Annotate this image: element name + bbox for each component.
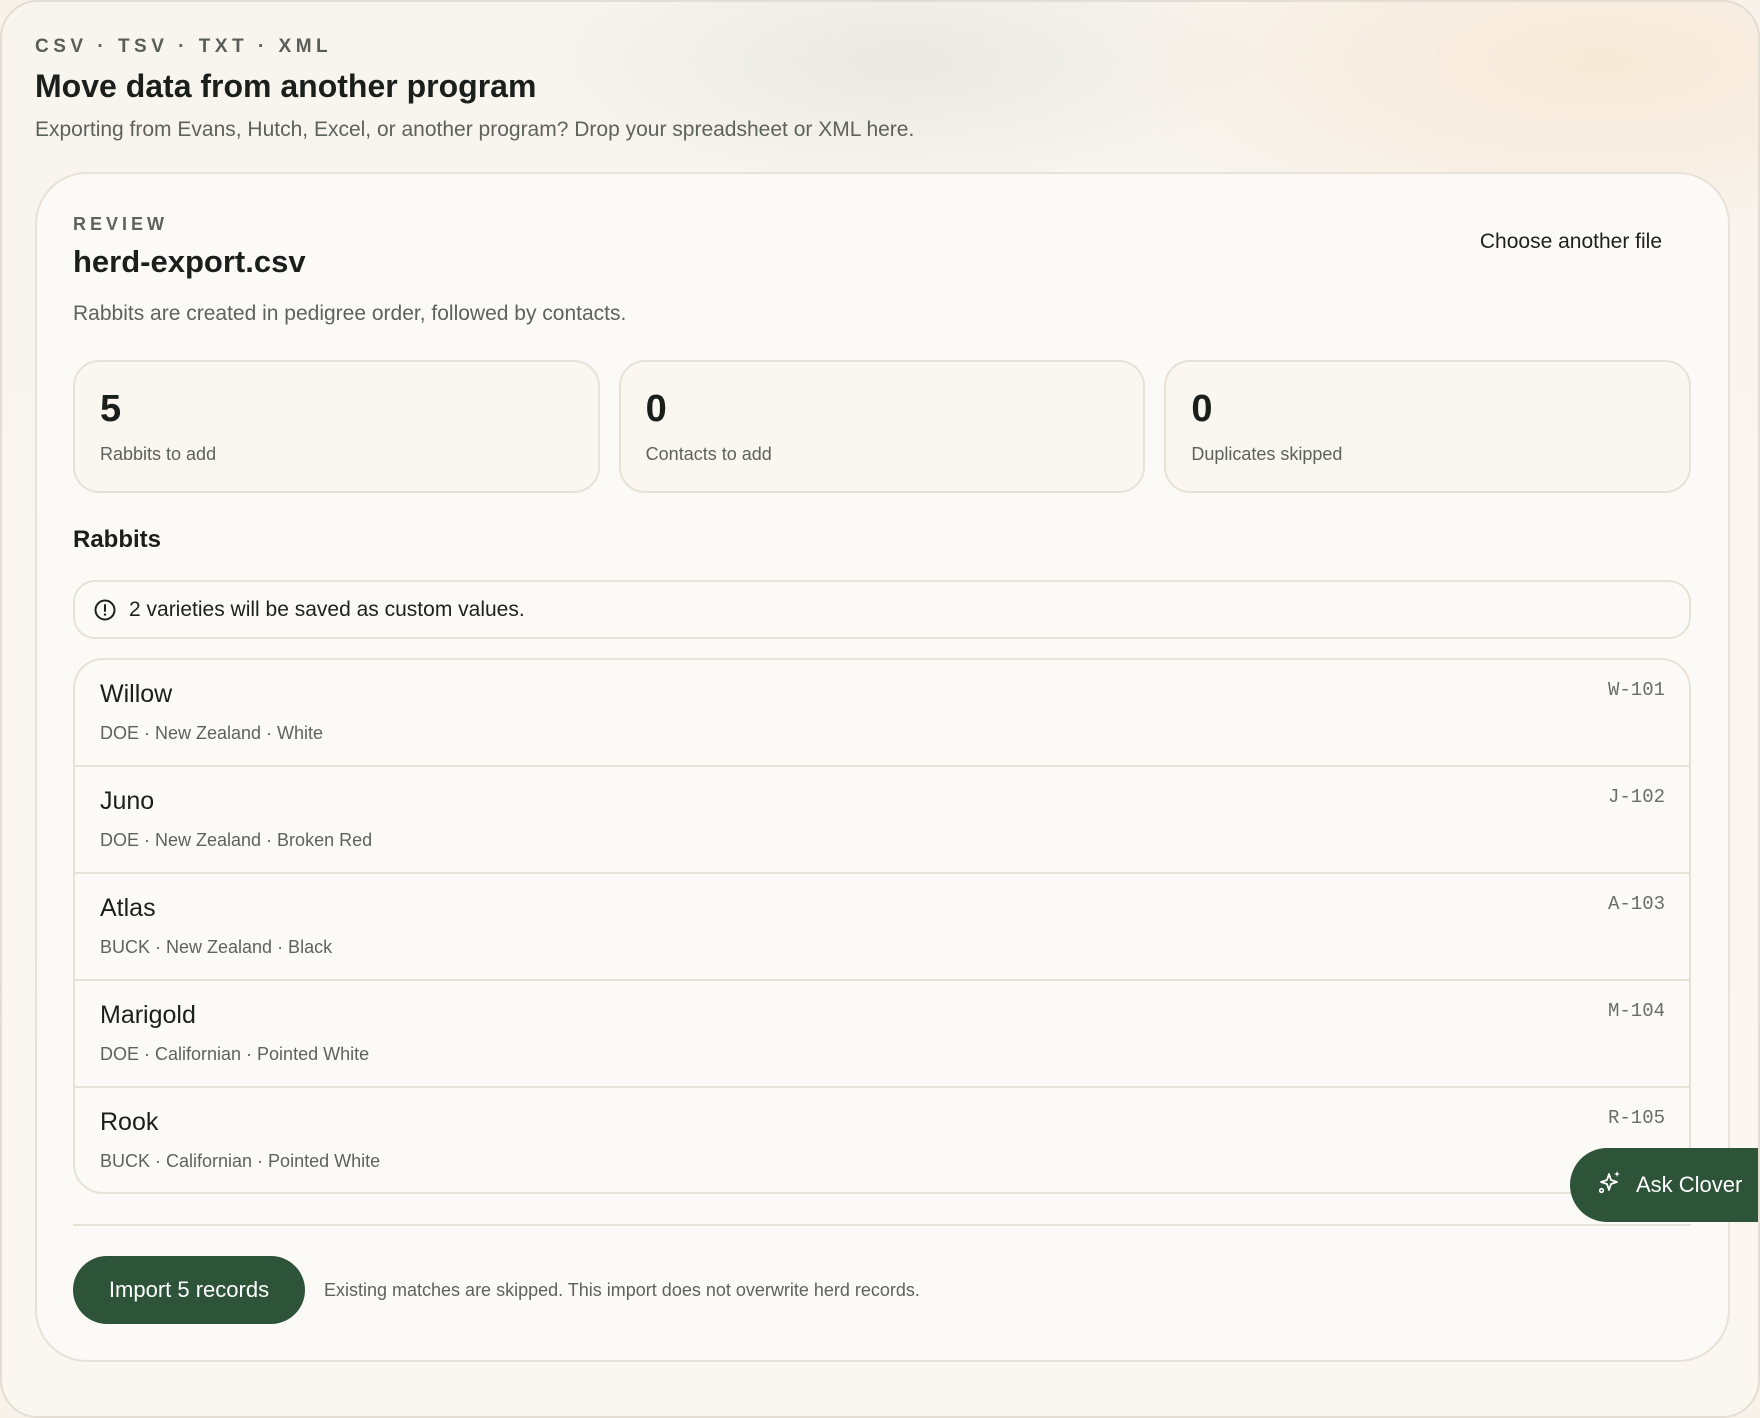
rabbit-name: Willow (100, 680, 173, 708)
rabbit-id: J-102 (1607, 786, 1665, 808)
rabbit-name: Atlas (100, 894, 156, 922)
rabbit-name: Rook (100, 1108, 159, 1136)
sparkle-icon (1596, 1168, 1624, 1202)
app-window: CSV · TSV · TXT · XML Move data from ano… (0, 0, 1760, 1418)
review-description: Rabbits are created in pedigree order, f… (73, 302, 627, 325)
rabbit-meta: DOE · New Zealand · White (100, 723, 324, 743)
file-name: herd-export.csv (73, 244, 306, 279)
list-item: Marigold DOE · Californian · Pointed Whi… (75, 981, 1689, 1088)
rabbit-meta: BUCK · Californian · Pointed White (100, 1151, 381, 1171)
choose-another-file-button[interactable]: Choose another file (1480, 230, 1662, 254)
rabbit-id: R-105 (1607, 1107, 1665, 1129)
stats-row: 5 Rabbits to add 0 Contacts to add 0 Dup… (73, 360, 1692, 493)
rabbit-list: Willow DOE · New Zealand · White W-101 J… (73, 658, 1691, 1194)
list-item: Rook BUCK · Californian · Pointed White … (75, 1088, 1689, 1192)
stat-value: 0 (645, 388, 667, 430)
rabbits-section-title: Rabbits (73, 526, 162, 553)
page-subtitle: Exporting from Evans, Hutch, Excel, or a… (35, 118, 915, 141)
ask-clover-label: Ask Clover (1636, 1172, 1743, 1197)
rabbit-meta: DOE · New Zealand · Broken Red (100, 830, 373, 850)
review-card: REVIEW herd-export.csv Choose another fi… (35, 172, 1730, 1362)
rabbit-name: Marigold (100, 1001, 196, 1029)
stat-value: 0 (1191, 388, 1213, 430)
stat-card-contacts: 0 Contacts to add (618, 360, 1146, 493)
info-circle-icon (93, 598, 117, 622)
stat-value: 5 (100, 388, 122, 430)
rabbit-meta: DOE · Californian · Pointed White (100, 1044, 370, 1064)
stat-label: Contacts to add (645, 444, 772, 464)
rabbit-id: W-101 (1607, 679, 1665, 701)
stat-label: Rabbits to add (100, 444, 217, 464)
stat-card-duplicates: 0 Duplicates skipped (1164, 360, 1692, 493)
rabbit-id: M-104 (1607, 1000, 1665, 1022)
format-eyebrow: CSV · TSV · TXT · XML (35, 36, 333, 57)
rabbit-meta: BUCK · New Zealand · Black (100, 937, 333, 957)
review-eyebrow: REVIEW (73, 214, 169, 234)
import-records-button[interactable]: Import 5 records (73, 1256, 305, 1324)
rabbit-id: A-103 (1607, 893, 1665, 915)
list-item: Juno DOE · New Zealand · Broken Red J-10… (75, 767, 1689, 874)
ask-clover-button[interactable]: Ask Clover (1570, 1148, 1758, 1222)
list-item: Willow DOE · New Zealand · White W-101 (75, 660, 1689, 767)
rabbit-name: Juno (100, 787, 155, 815)
stat-card-rabbits: 5 Rabbits to add (73, 360, 600, 493)
list-item: Atlas BUCK · New Zealand · Black A-103 (75, 874, 1689, 981)
custom-values-notice: 2 varieties will be saved as custom valu… (73, 580, 1691, 639)
footer-divider (73, 1224, 1691, 1226)
notice-text: 2 varieties will be saved as custom valu… (129, 597, 525, 621)
page-title: Move data from another program (35, 68, 537, 104)
stat-label: Duplicates skipped (1191, 444, 1343, 464)
import-note: Existing matches are skipped. This impor… (324, 1280, 920, 1300)
